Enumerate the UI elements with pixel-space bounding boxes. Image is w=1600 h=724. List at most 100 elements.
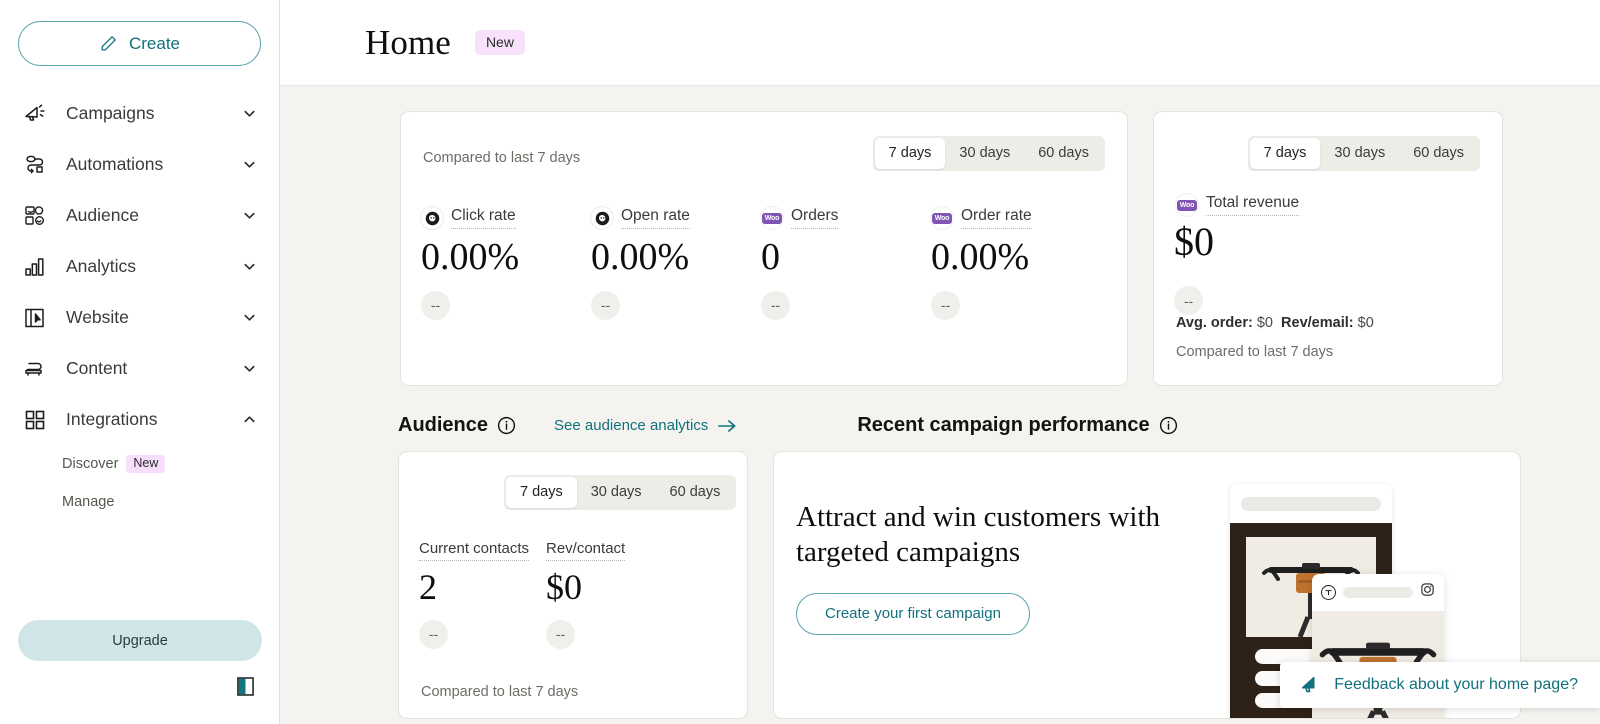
range-60-days[interactable]: 60 days — [1024, 138, 1103, 169]
stat-open-rate: Open rate 0.00% -- — [591, 207, 761, 320]
chevron-down-icon[interactable] — [242, 361, 257, 376]
revenue-range-selector[interactable]: 7 days 30 days 60 days — [1247, 136, 1480, 171]
range-7-days[interactable]: 7 days — [874, 138, 946, 169]
top-cards-row: Compared to last 7 days 7 days 30 days 6… — [280, 111, 1600, 386]
stat-delta: -- — [546, 619, 575, 649]
woocommerce-icon: Woo — [1176, 194, 1198, 216]
stat-orders: Woo Orders 0 -- — [761, 207, 931, 320]
sidebar-item-integrations[interactable]: Integrations — [0, 394, 279, 445]
sidebar-subitem-label: Discover — [62, 456, 119, 472]
sidebar-item-label: Website — [66, 307, 129, 327]
stat-delta: -- — [421, 290, 450, 320]
revenue-delta: -- — [1174, 286, 1203, 315]
revenue-label[interactable]: Total revenue — [1206, 194, 1300, 216]
stats-range-selector[interactable]: 7 days 30 days 60 days — [872, 136, 1105, 171]
revenue-card: 7 days 30 days 60 days Woo Total revenue… — [1153, 111, 1503, 386]
range-30-days[interactable]: 30 days — [945, 138, 1024, 169]
mailchimp-icon — [421, 207, 443, 229]
arrow-right-icon — [717, 418, 737, 434]
create-button[interactable]: Create — [18, 21, 261, 66]
feedback-banner-label: Feedback about your home page? — [1334, 676, 1578, 693]
range-30-days[interactable]: 30 days — [1320, 138, 1399, 169]
sidebar-item-label: Audience — [66, 205, 139, 225]
chevron-down-icon[interactable] — [242, 310, 257, 325]
sidebar-subitem-label: Manage — [62, 494, 115, 510]
sidebar-subitem-manage[interactable]: Manage — [0, 483, 279, 521]
stat-current-contacts: Current contacts 2 -- — [419, 540, 546, 649]
email-stats-card: Compared to last 7 days 7 days 30 days 6… — [400, 111, 1128, 386]
panel-collapse-icon[interactable] — [237, 677, 254, 696]
revenue-compared-label: Compared to last 7 days — [1176, 344, 1334, 360]
revenue-value: $0 — [1174, 219, 1214, 264]
range-60-days[interactable]: 60 days — [656, 477, 735, 508]
link-label: See audience analytics — [554, 417, 709, 434]
stats-grid: Click rate 0.00% -- Open rate 0.00% -- W… — [421, 207, 1101, 320]
cta-label: Create your first campaign — [825, 605, 1001, 623]
page-title-badge: New — [474, 30, 525, 55]
audience-range-selector[interactable]: 7 days 30 days 60 days — [504, 475, 737, 510]
chevron-down-icon[interactable] — [242, 106, 257, 121]
sidebar-item-automations[interactable]: Automations — [0, 139, 279, 190]
stat-label[interactable]: Click rate — [451, 207, 516, 229]
mailchimp-icon — [591, 207, 613, 229]
sidebar-item-campaigns[interactable]: Campaigns — [0, 88, 279, 139]
upgrade-button[interactable]: Upgrade — [18, 620, 262, 661]
sidebar-subitem-discover[interactable]: Discover New — [0, 445, 279, 483]
range-7-days[interactable]: 7 days — [506, 477, 577, 508]
sidebar-item-label: Campaigns — [66, 103, 155, 123]
chevron-down-icon[interactable] — [242, 208, 257, 223]
stat-label[interactable]: Rev/contact — [546, 540, 626, 561]
window-cursor-icon — [22, 305, 48, 331]
campaign-headline: Attract and win customers with targeted … — [796, 501, 1161, 569]
sidebar-item-label: Content — [66, 358, 128, 378]
feedback-banner[interactable]: Feedback about your home page? — [1280, 662, 1600, 708]
stat-label[interactable]: Open rate — [621, 207, 690, 229]
campaign-section-title: Recent campaign performance — [857, 414, 1177, 437]
range-30-days[interactable]: 30 days — [577, 477, 656, 508]
stat-value: 0.00% — [591, 236, 690, 278]
range-60-days[interactable]: 60 days — [1399, 138, 1478, 169]
main-area: Home New Compared to last 7 days 7 days … — [280, 0, 1600, 724]
create-first-campaign-button[interactable]: Create your first campaign — [796, 592, 1030, 635]
stat-delta: -- — [761, 290, 790, 320]
page-title: Home — [365, 22, 451, 62]
topbar: Home New — [280, 0, 1600, 86]
dashboard-content: Compared to last 7 days 7 days 30 days 6… — [280, 86, 1600, 724]
chevron-down-icon[interactable] — [242, 259, 257, 274]
chevron-down-icon[interactable] — [242, 157, 257, 172]
mock-subject-bar — [1241, 497, 1381, 511]
audience-compared-label: Compared to last 7 days — [421, 684, 579, 700]
sidebar-item-analytics[interactable]: Analytics — [0, 241, 279, 292]
chevron-up-icon[interactable] — [242, 412, 257, 427]
range-7-days[interactable]: 7 days — [1249, 138, 1321, 169]
upgrade-button-label: Upgrade — [112, 632, 168, 649]
rev-email-value: $0 — [1357, 315, 1374, 331]
sidebar-item-content[interactable]: Content — [0, 343, 279, 394]
sidebar-item-website[interactable]: Website — [0, 292, 279, 343]
avatar-icon — [1321, 584, 1336, 600]
stat-label[interactable]: Order rate — [961, 207, 1032, 229]
stat-delta: -- — [419, 619, 448, 649]
megaphone-icon — [1300, 674, 1322, 696]
sidebar-item-label: Analytics — [66, 256, 137, 276]
info-icon[interactable] — [497, 416, 516, 435]
audience-stats-grid: Current contacts 2 -- Rev/contact $0 -- — [419, 540, 673, 649]
stat-delta: -- — [591, 290, 620, 320]
sidebar-nav: Campaigns Automations Audience Analytics… — [0, 88, 279, 521]
app-root: Create Campaigns Automations Audience An… — [0, 0, 1600, 724]
woocommerce-icon: Woo — [931, 207, 953, 229]
info-icon[interactable] — [1159, 416, 1178, 435]
stat-label[interactable]: Orders — [791, 207, 839, 229]
stat-order-rate: Woo Order rate 0.00% -- — [931, 207, 1101, 320]
see-audience-analytics-link[interactable]: See audience analytics — [554, 417, 737, 434]
sidebar-item-label: Integrations — [66, 409, 158, 429]
stat-value: 0.00% — [421, 236, 520, 278]
bar-chart-icon — [22, 254, 48, 280]
woocommerce-icon: Woo — [761, 207, 783, 229]
megaphone-icon — [22, 101, 48, 127]
stat-label[interactable]: Current contacts — [419, 540, 530, 561]
section-headers: Audience See audience analytics Recent c… — [280, 414, 1600, 437]
sidebar-item-audience[interactable]: Audience — [0, 190, 279, 241]
sidebar-item-label: Automations — [66, 154, 164, 174]
stats-compared-label: Compared to last 7 days — [423, 150, 581, 166]
